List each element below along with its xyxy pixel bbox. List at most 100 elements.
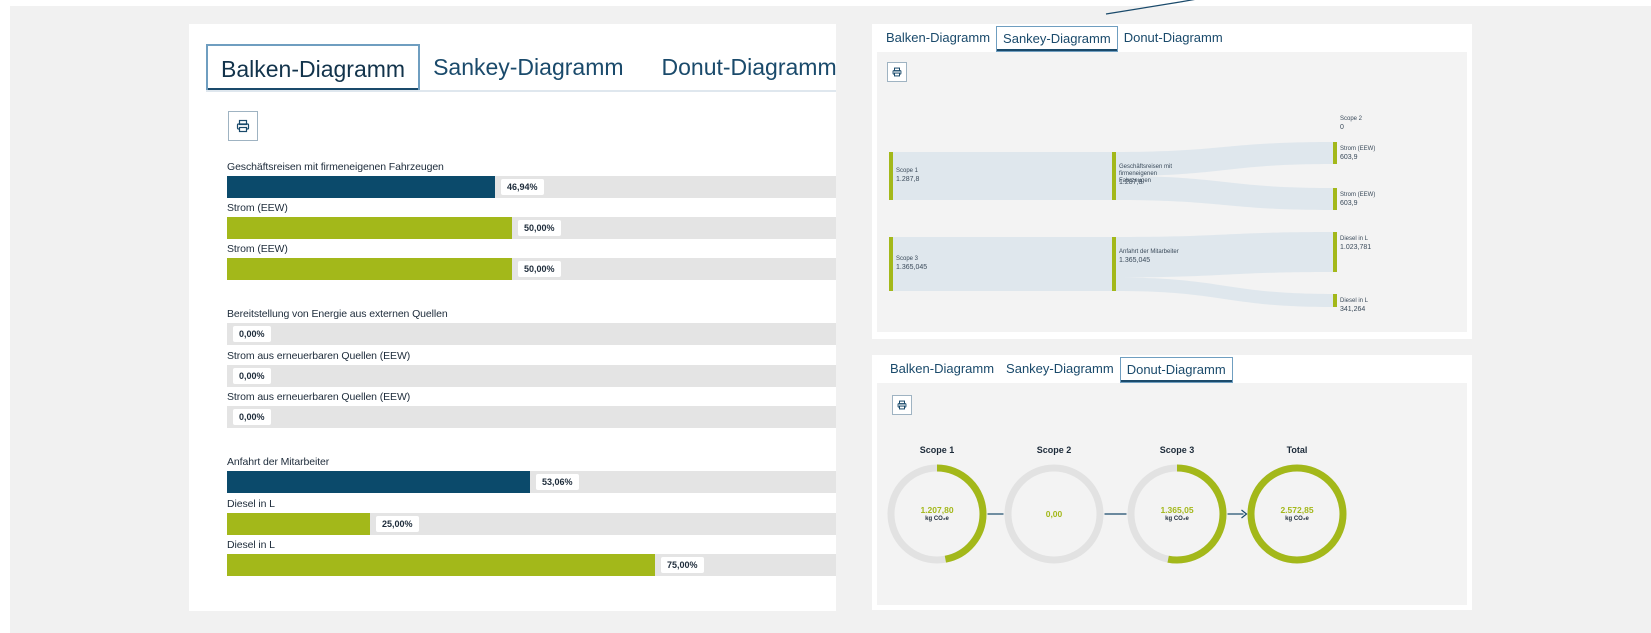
bar-track: 50,00% [227,258,836,280]
bar-track: 53,06% [227,471,836,493]
bar-fill [227,258,512,280]
sankey-node-label: Strom (EEW) [1340,192,1376,198]
sankey-node [1112,152,1116,200]
bar-row: Strom (EEW) 50,00% [227,201,836,239]
tab-donut-chart[interactable]: Donut-Diagramm [649,44,850,92]
sankey-link [893,152,1112,200]
bar-label: Strom aus erneuerbaren Quellen (EEW) [227,391,411,403]
bar-percent-label: 0,00% [233,409,271,425]
sankey-node-value: 603,9 [1340,200,1358,207]
bar-label: Diesel in L [227,498,275,510]
bar-track: 0,00% [227,406,836,428]
bar-percent-label: 0,00% [233,368,271,384]
donut-unit: kg CO₂e [1285,516,1309,522]
bar-label: Bereitstellung von Energie aus externen … [227,308,448,320]
tab-sankey-chart[interactable]: Sankey-Diagramm [1000,357,1120,383]
bar-row: Strom (EEW) 50,00% [227,242,836,280]
bar-row: Diesel in L 25,00% [227,497,836,535]
sankey-node [889,152,893,200]
sankey-node [1333,232,1337,272]
sankey-node-value: 1.287,8 [1119,179,1143,186]
bar-fill [227,554,655,576]
bar-track: 50,00% [227,217,836,239]
tab-bar-chart[interactable]: Balken-Diagramm [880,26,996,52]
tab-donut-chart[interactable]: Donut-Diagramm [1118,26,1229,52]
bar-track: 75,00% [227,554,836,576]
tab-sankey-chart[interactable]: Sankey-Diagramm [996,26,1118,52]
donut-value: 0,00 [1045,509,1063,519]
bar-row: Diesel in L 75,00% [227,538,836,576]
bar-fill [227,513,370,535]
sankey-node-value: 1.365,045 [896,264,928,271]
bar-percent-label: 75,00% [661,557,704,573]
bar-percent-label: 50,00% [518,220,561,236]
donut-title: Scope 1 [919,445,955,455]
tab-bar-chart[interactable]: Balken-Diagramm [206,44,421,92]
sankey-node-label: Diesel in L [1340,298,1369,304]
donut-title: Scope 3 [1159,445,1195,455]
sankey-node-value: 0 [1340,124,1344,131]
bar-percent-label: 46,94% [501,179,544,195]
bar-track: 0,00% [227,323,836,345]
bar-track: 25,00% [227,513,836,535]
printer-icon [236,119,250,133]
sankey-chart: Scope 1 1.287,8 Scope 3 1.365,045 Geschäftsr… [877,52,1467,332]
sankey-node [1333,188,1337,210]
bar-label: Geschäftsreisen mit firmeneigenen Fahrze… [227,161,444,173]
bar-label: Strom (EEW) [227,243,288,255]
sankey-node [1112,237,1116,291]
bar-label: Strom (EEW) [227,202,288,214]
sankey-node-label: Scope 2 [1340,116,1363,122]
donut-title: Total [1286,445,1308,455]
sankey-node [1333,294,1337,307]
donut-svg [887,464,1347,564]
sankey-node-label: Anfahrt der Mitarbeiter [1119,249,1179,255]
tab-sankey-chart[interactable]: Sankey-Diagramm [420,44,636,92]
donut-value: 2.572,85 [1280,505,1314,515]
donut-unit: kg CO₂e [1165,516,1189,522]
bar-row: Strom aus erneuerbaren Quellen (EEW) 0,00… [227,349,836,387]
sankey-chart-panel: Balken-Diagramm Sankey-Diagramm Donut-Di… [872,24,1472,339]
bar-label: Diesel in L [227,539,275,551]
tab-donut-chart[interactable]: Donut-Diagramm [1119,357,1233,383]
donut-value: 1.365,05 [1160,505,1194,515]
sankey-node-value: 341,264 [1340,306,1366,313]
sankey-node-value: 1.023,781 [1340,244,1372,251]
donut-unit: kg CO₂e [925,516,949,522]
donut-chart-panel: Balken-Diagramm Sankey-Diagramm Donut-Di… [872,355,1472,610]
donut-chart: Scope 1 1.207,80 kg CO₂e Scope 2 0,00 Scope 3… [877,383,1467,605]
chart-tabs: Balken-Diagramm Sankey-Diagramm Donut-Di… [206,44,850,92]
chart-tabs: Balken-Diagramm Sankey-Diagramm Donut-Di… [880,26,1229,52]
donut-title: Scope 2 [1036,445,1072,455]
tab-bar-chart[interactable]: Balken-Diagramm [884,357,1000,383]
bar-fill [227,217,512,239]
sankey-node-value: 1.287,8 [896,176,920,183]
bar-chart-panel: Balken-Diagramm Sankey-Diagramm Donut-Di… [189,24,837,611]
sankey-node-label: Strom (EEW) [1340,146,1376,152]
bar-row: Strom aus erneuerbaren Quellen (EEW) 0,00… [227,390,836,428]
sankey-node-label: Scope 1 [896,168,919,174]
bar-row: Geschäftsreisen mit firmeneigenen Fahrze… [227,160,836,198]
bar-row: Anfahrt der Mitarbeiter 53,06% [227,455,836,493]
tabs-divider [206,90,836,92]
bar-percent-label: 25,00% [376,516,419,532]
bar-fill [227,176,495,198]
sankey-node-value: 1.365,045 [1119,257,1151,264]
bar-row: Bereitstellung von Energie aus externen … [227,307,836,345]
donut-value: 1.207,80 [920,505,954,515]
bar-fill [227,471,530,493]
sankey-node-label: Diesel in L [1340,236,1369,242]
sankey-node-label: Scope 3 [896,256,919,262]
bar-percent-label: 0,00% [233,326,271,342]
bar-track: 46,94% [227,176,836,198]
sankey-link [1116,277,1333,307]
sankey-node-value: 603,9 [1340,154,1358,161]
bar-percent-label: 53,06% [536,474,579,490]
bar-label: Strom aus erneuerbaren Quellen (EEW) [227,350,411,362]
bar-percent-label: 50,00% [518,261,561,277]
print-button[interactable] [228,111,258,141]
sankey-node [889,237,893,291]
bar-track: 0,00% [227,365,836,387]
sankey-svg [889,142,1337,307]
sankey-node [1333,142,1337,164]
